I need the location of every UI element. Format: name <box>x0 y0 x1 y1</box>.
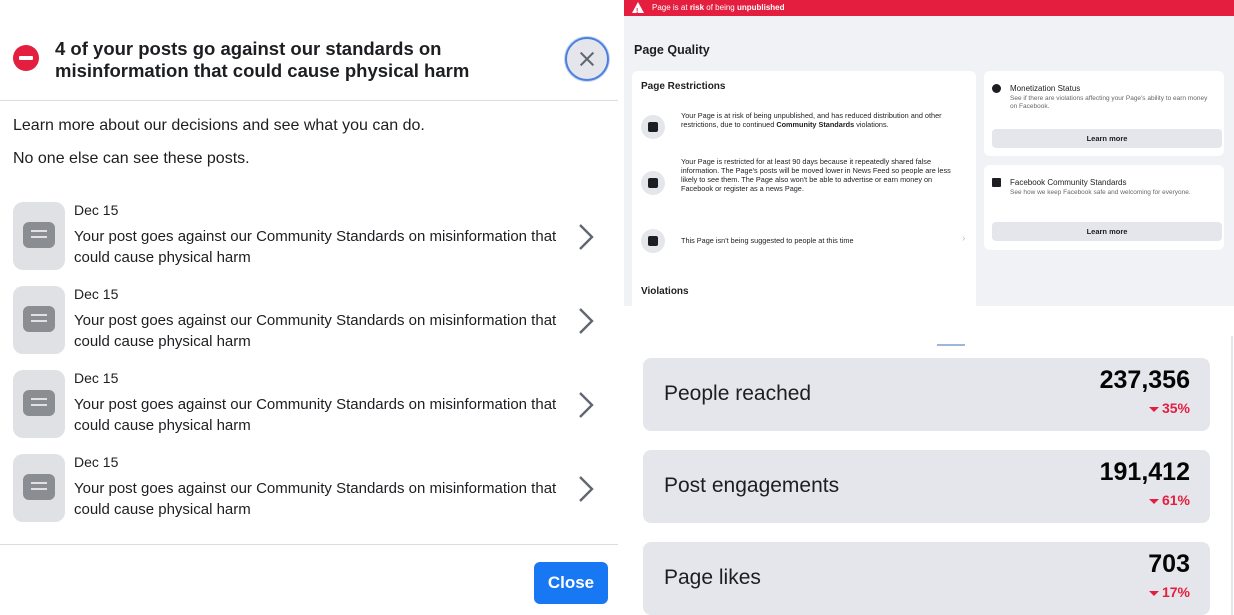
community-standards-title: Facebook Community Standards <box>1010 178 1127 187</box>
chevron-right-icon[interactable] <box>574 306 598 336</box>
metric-label: Post engagements <box>664 474 840 497</box>
unpublish-warning-banner: Page is at risk of being unpublished <box>624 0 1234 20</box>
metric-value: 237,356 <box>1099 366 1190 394</box>
metric-card-post-engagements[interactable]: Post engagements 191,412 61% <box>643 450 1210 523</box>
document-icon <box>23 306 55 332</box>
chevron-right-icon[interactable]: › <box>962 233 965 244</box>
metric-label: People reached <box>664 382 812 405</box>
post-date: Dec 15 <box>74 454 119 470</box>
down-arrow-icon <box>1148 498 1159 504</box>
post-description: Your post goes against our Community Sta… <box>74 396 557 434</box>
restriction-text: Your Page is restricted for at least 90 … <box>681 157 951 193</box>
community-standards-desc: See how we keep Facebook safe and welcom… <box>1010 189 1191 196</box>
post-description: Your post goes against our Community Sta… <box>74 312 557 350</box>
down-arrow-icon <box>1148 406 1159 412</box>
metric-value: 191,412 <box>1099 458 1190 486</box>
restrictions-title: Page Restrictions <box>641 81 726 92</box>
post-thumbnail <box>13 454 65 522</box>
warning-icon <box>632 2 644 20</box>
chevron-right-icon[interactable] <box>574 222 598 252</box>
metric-card-people-reached[interactable]: People reached 237,356 35% <box>643 358 1210 431</box>
page-restrictions-card: Page Restrictions Your Page is at risk o… <box>632 71 976 306</box>
page-quality-title: Page Quality <box>634 43 710 57</box>
dialog-title: 4 of your posts go against our standards… <box>55 38 470 81</box>
scrollbar <box>1231 336 1233 615</box>
post-thumbnail <box>13 202 65 270</box>
banner-text: Page is at <box>652 3 690 12</box>
post-date: Dec 15 <box>74 286 119 302</box>
dollar-icon <box>992 84 1001 93</box>
book-icon <box>992 178 1001 187</box>
post-description: Your post goes against our Community Sta… <box>74 480 557 518</box>
monetization-card: Monetization Status See if there are vio… <box>984 71 1224 156</box>
violations-title: Violations <box>641 286 689 297</box>
metric-label: Page likes <box>664 566 761 589</box>
divider <box>937 344 965 346</box>
news-feed-icon <box>641 171 665 195</box>
down-arrow-icon <box>1148 590 1159 596</box>
document-icon <box>23 390 55 416</box>
learn-more-button[interactable]: Learn more <box>992 129 1222 148</box>
violation-dialog: 4 of your posts go against our standards… <box>0 0 622 615</box>
close-icon[interactable] <box>565 37 609 81</box>
restriction-text: This Page isn't being suggested to peopl… <box>681 236 854 245</box>
chevron-right-icon[interactable] <box>574 474 598 504</box>
insights-metrics: People reached 237,356 35% Post engageme… <box>624 306 1234 615</box>
footer-divider <box>0 544 618 545</box>
close-button[interactable]: Close <box>534 562 608 604</box>
shield-icon <box>641 115 665 139</box>
hidden-icon <box>641 229 665 253</box>
intro-text: Learn more about our decisions and see w… <box>13 117 425 134</box>
monetization-desc: See if there are violations affecting yo… <box>1010 95 1208 110</box>
post-thumbnail <box>13 286 65 354</box>
post-list-item[interactable]: Dec 15 Your post goes against our Commun… <box>0 286 618 370</box>
post-list-item[interactable]: Dec 15 Your post goes against our Commun… <box>0 454 618 538</box>
document-icon <box>23 474 55 500</box>
post-thumbnail <box>13 370 65 438</box>
page-quality-panel: Page is at risk of being unpublished Pag… <box>624 0 1234 306</box>
community-standards-card: Facebook Community Standards See how we … <box>984 165 1224 250</box>
banner-unpublished: unpublished <box>736 3 785 12</box>
learn-more-button[interactable]: Learn more <box>992 222 1222 241</box>
document-icon <box>23 222 55 248</box>
no-entry-icon <box>13 45 39 71</box>
chevron-right-icon[interactable] <box>574 390 598 420</box>
monetization-title: Monetization Status <box>1010 84 1081 93</box>
metric-change: 17% <box>1148 584 1190 600</box>
banner-text-middle: of being <box>704 3 737 12</box>
post-list-item[interactable]: Dec 15 Your post goes against our Commun… <box>0 202 618 286</box>
metric-change: 35% <box>1148 400 1190 416</box>
metric-card-page-likes[interactable]: Page likes 703 17% <box>643 542 1210 615</box>
metric-change: 61% <box>1148 492 1190 508</box>
banner-risk: risk <box>689 3 705 12</box>
dialog-header: 4 of your posts go against our standards… <box>0 0 618 101</box>
post-date: Dec 15 <box>74 202 119 218</box>
metric-value: 703 <box>1148 550 1190 578</box>
post-list-item[interactable]: Dec 15 Your post goes against our Commun… <box>0 370 618 454</box>
post-date: Dec 15 <box>74 370 119 386</box>
post-description: Your post goes against our Community Sta… <box>74 228 557 266</box>
restriction-text: Your Page is at risk of being unpublishe… <box>681 111 942 129</box>
privacy-note: No one else can see these posts. <box>13 150 250 167</box>
